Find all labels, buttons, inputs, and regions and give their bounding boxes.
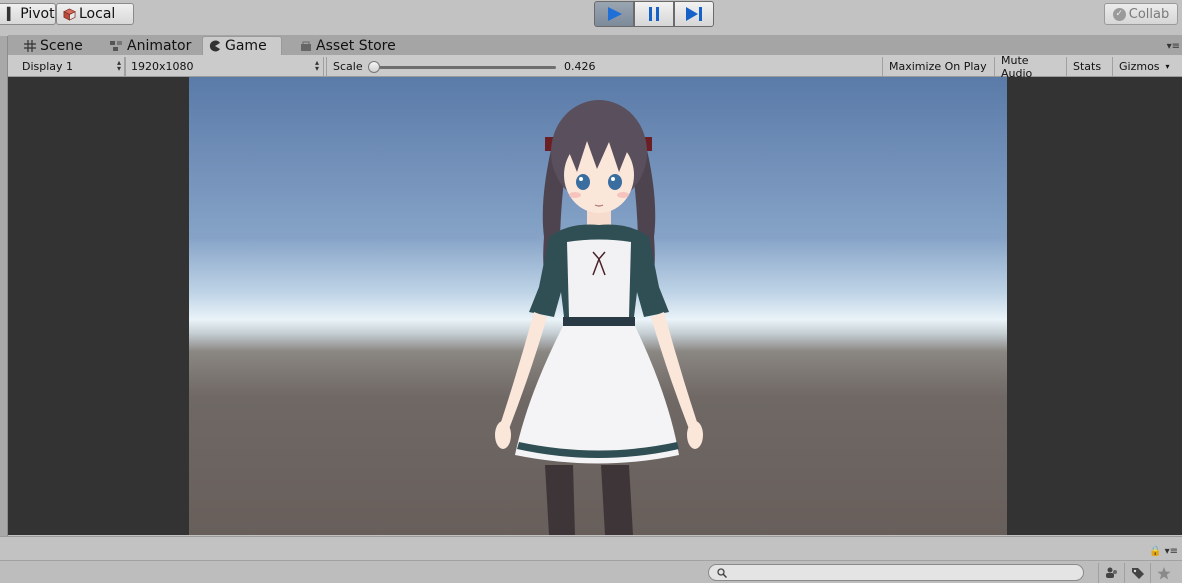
scale-value: 0.426 xyxy=(564,60,596,73)
local-button[interactable]: Local xyxy=(56,3,134,25)
anime-character-render xyxy=(495,100,703,535)
tab-asset-store-label: Asset Store xyxy=(316,37,396,54)
step-icon xyxy=(686,7,702,21)
tab-game[interactable]: Game xyxy=(202,36,282,55)
playback-controls xyxy=(594,1,714,27)
collab-users-icon[interactable] xyxy=(1098,563,1124,583)
game-viewport[interactable] xyxy=(8,77,1182,535)
scale-slider-track[interactable] xyxy=(374,66,556,69)
tab-asset-store[interactable]: Asset Store xyxy=(294,36,402,55)
animator-icon xyxy=(110,40,123,52)
game-render xyxy=(189,77,1007,535)
maximize-on-play-button[interactable]: Maximize On Play xyxy=(882,57,998,76)
star-icon[interactable] xyxy=(1150,563,1176,583)
check-icon: ✓ xyxy=(1112,7,1126,21)
menu-icon: ▾≡ xyxy=(1164,546,1178,557)
play-button[interactable] xyxy=(594,1,634,27)
game-view-toolbar: Display 1 ▴ ▾ 1920x1080 ▴ ▾ Scale 0.426 Ma… xyxy=(8,54,1182,80)
lock-icon: 🔒 xyxy=(1149,546,1162,557)
pacman-icon xyxy=(209,40,221,52)
tab-scene-label: Scene xyxy=(40,37,83,54)
pivot-icon: ▍ xyxy=(7,7,17,21)
local-label: Local xyxy=(79,6,116,22)
dropdown-caret-icon: ▴ ▾ xyxy=(314,58,319,73)
console-strip xyxy=(0,536,1182,560)
chevron-down-icon: ▾ xyxy=(1165,62,1170,71)
pause-icon xyxy=(649,7,659,21)
grid-icon xyxy=(24,39,36,52)
tab-scene[interactable]: Scene xyxy=(18,36,89,55)
scale-label: Scale xyxy=(326,57,369,76)
search-input[interactable] xyxy=(731,565,1071,580)
panel-lock-menu[interactable]: 🔒 ▾≡ xyxy=(1149,546,1178,557)
gizmos-button[interactable]: Gizmos ▾ xyxy=(1112,57,1182,76)
resolution-dropdown[interactable]: 1920x1080 ▴ ▾ xyxy=(124,57,324,76)
dropdown-caret-icon: ▴ ▾ xyxy=(116,58,121,73)
pivot-label: Pivot xyxy=(20,6,55,22)
scale-slider-thumb[interactable] xyxy=(368,61,380,73)
play-icon xyxy=(608,7,622,21)
tag-icon[interactable] xyxy=(1124,563,1150,583)
resolution-value: 1920x1080 xyxy=(131,60,194,73)
cube-icon xyxy=(63,8,76,21)
store-icon xyxy=(300,40,312,52)
display-dropdown[interactable]: Display 1 ▴ ▾ xyxy=(16,57,126,76)
tab-animator[interactable]: Animator xyxy=(104,36,197,55)
unity-editor: ▍ Pivot Local ✓ Collab Scene Animator Ga… xyxy=(0,0,1182,583)
stats-button[interactable]: Stats xyxy=(1066,57,1110,76)
pivot-button[interactable]: ▍ Pivot xyxy=(0,3,56,25)
tab-animator-label: Animator xyxy=(127,37,192,54)
gizmos-label: Gizmos xyxy=(1119,60,1160,73)
search-field[interactable] xyxy=(708,564,1084,581)
step-button[interactable] xyxy=(674,1,714,27)
display-value: Display 1 xyxy=(22,60,74,73)
tab-menu-icon[interactable]: ▾≡ xyxy=(1167,41,1180,52)
mute-audio-button[interactable]: Mute Audio xyxy=(994,54,1068,80)
tab-game-label: Game xyxy=(225,38,267,54)
left-panel-edge xyxy=(0,36,8,540)
tab-strip: Scene Animator Game Asset Store ▾≡ xyxy=(8,35,1182,55)
collab-button[interactable]: ✓ Collab xyxy=(1104,3,1178,25)
collab-label: Collab xyxy=(1128,6,1170,22)
search-icon xyxy=(717,567,727,578)
main-toolbar: ▍ Pivot Local ✓ Collab xyxy=(0,0,1182,30)
pause-button[interactable] xyxy=(634,1,674,27)
